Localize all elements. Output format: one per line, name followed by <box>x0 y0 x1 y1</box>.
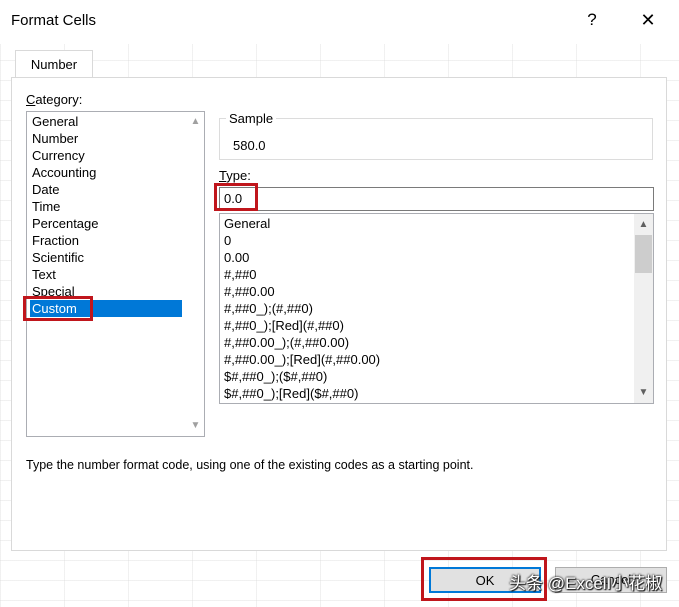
instruction-text: Type the number format code, using one o… <box>26 458 474 472</box>
type-label-rest: ype: <box>226 168 251 183</box>
format-code-item[interactable]: #,##0_);(#,##0) <box>224 300 313 317</box>
type-input[interactable]: 0.0 <box>219 187 654 211</box>
category-item-number[interactable]: Number <box>30 130 182 147</box>
category-item-text[interactable]: Text <box>30 266 182 283</box>
tab-number[interactable]: Number <box>15 50 93 78</box>
category-item-general[interactable]: General <box>30 113 182 130</box>
sample-value: 580.0 <box>233 138 266 153</box>
scroll-down-icon[interactable]: ▼ <box>638 387 649 398</box>
category-item-custom[interactable]: Custom <box>30 300 182 317</box>
scroll-up-icon[interactable]: ▲ <box>638 219 649 230</box>
close-icon[interactable]: ✕ <box>636 10 660 32</box>
help-icon[interactable]: ? <box>582 10 602 32</box>
format-code-item[interactable]: $#,##0_);($#,##0) <box>224 368 327 385</box>
category-scrollbar[interactable]: ▲ ▼ <box>186 112 204 436</box>
category-label-rest: ategory: <box>35 92 83 107</box>
scroll-up-icon[interactable]: ▲ <box>190 116 201 127</box>
category-item-fraction[interactable]: Fraction <box>30 232 182 249</box>
format-code-scrollbar[interactable]: ▲ ▼ <box>634 214 653 403</box>
category-label: Category: <box>26 92 82 107</box>
format-cells-dialog: Format Cells ? ✕ Number Category: Genera… <box>0 0 679 607</box>
category-item-percentage[interactable]: Percentage <box>30 215 182 232</box>
category-item-special[interactable]: Special <box>30 283 182 300</box>
format-code-item[interactable]: #,##0.00_);(#,##0.00) <box>224 334 349 351</box>
title-bar: Format Cells ? ✕ <box>0 0 679 44</box>
category-item-date[interactable]: Date <box>30 181 182 198</box>
category-item-scientific[interactable]: Scientific <box>30 249 182 266</box>
watermark: 头条 @ExcelI小花椒 <box>509 574 663 593</box>
format-code-item[interactable]: $#,##0_);[Red]($#,##0) <box>224 385 358 402</box>
scroll-down-icon[interactable]: ▼ <box>190 420 201 431</box>
format-code-item[interactable]: General <box>224 215 270 232</box>
format-code-item[interactable]: #,##0 <box>224 266 257 283</box>
dialog-title: Format Cells <box>11 12 97 29</box>
format-code-item[interactable]: #,##0.00 <box>224 283 275 300</box>
format-code-item[interactable]: #,##0.00_);[Red](#,##0.00) <box>224 351 380 368</box>
sample-group <box>219 118 653 160</box>
format-code-item[interactable]: #,##0_);[Red](#,##0) <box>224 317 344 334</box>
category-label-accel: C <box>26 92 36 107</box>
format-code-list[interactable]: General 0 0.00 #,##0 #,##0.00 #,##0_);(#… <box>219 213 654 404</box>
category-item-currency[interactable]: Currency <box>30 147 182 164</box>
category-item-accounting[interactable]: Accounting <box>30 164 182 181</box>
tab-strip: Number <box>11 50 667 78</box>
category-item-time[interactable]: Time <box>30 198 182 215</box>
category-list[interactable]: General Number Currency Accounting Date … <box>26 111 205 437</box>
format-code-item[interactable]: 0.00 <box>224 249 249 266</box>
format-code-item[interactable]: 0 <box>224 232 231 249</box>
scroll-thumb[interactable] <box>635 235 652 273</box>
sample-label: Sample <box>226 111 277 126</box>
type-label: Type: <box>219 168 251 183</box>
